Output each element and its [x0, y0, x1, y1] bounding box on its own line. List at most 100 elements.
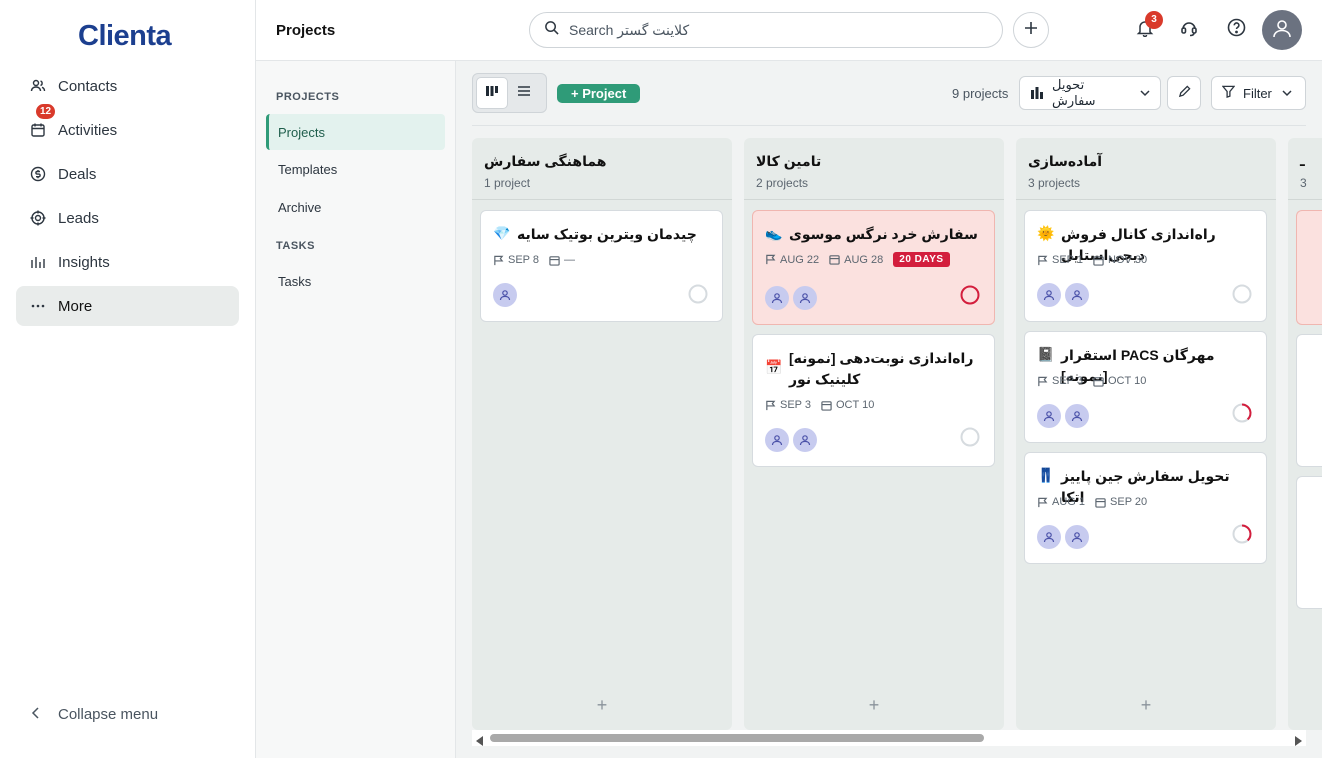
status-ring-empty[interactable] — [688, 284, 708, 304]
chevron-down-icon — [1282, 86, 1292, 101]
search-input[interactable]: Search کلاینت گستر — [529, 12, 1003, 48]
assignee-avatar[interactable] — [1065, 283, 1089, 307]
assignees — [1037, 404, 1093, 428]
quick-add-button[interactable] — [1013, 12, 1049, 48]
filter-button[interactable]: Filter — [1211, 76, 1306, 110]
subnav-item-archive[interactable]: Archive — [266, 189, 445, 225]
end-date: OCT 10 — [1093, 375, 1146, 387]
project-card-clipped[interactable] — [1296, 476, 1322, 609]
app-root: Clienta Contacts 12 Activities Deals Lea… — [0, 0, 1322, 758]
assignee-avatar[interactable] — [1037, 404, 1061, 428]
pipeline-icon — [1030, 85, 1044, 102]
board-toolbar: + Project 9 projects تحویل سفارش Filter — [472, 73, 1306, 126]
start-date: SEP 8 — [493, 254, 539, 266]
sidebar-item-contacts[interactable]: Contacts — [16, 66, 239, 106]
add-project-button[interactable]: + Project — [557, 84, 641, 103]
app-logo[interactable]: Clienta — [78, 20, 172, 53]
project-title: سفارش خرد نرگس موسوی — [789, 226, 978, 242]
page-title: Projects — [276, 22, 336, 39]
help-button[interactable] — [1223, 17, 1249, 43]
assignee-avatar[interactable] — [1037, 525, 1061, 549]
sidebar-item-label: More — [58, 297, 93, 315]
user-avatar[interactable] — [1262, 10, 1302, 50]
sidebar-item-more[interactable]: More — [16, 286, 239, 326]
board-area: + Project 9 projects تحویل سفارش Filter … — [456, 61, 1322, 758]
activities-badge: 12 — [36, 104, 56, 119]
sidebar-item-insights[interactable]: Insights — [16, 242, 239, 282]
assignee-avatar[interactable] — [1037, 283, 1061, 307]
column-count: 3 projects — [1028, 176, 1081, 190]
assignee-avatar[interactable] — [793, 286, 817, 310]
add-card-button[interactable]: + — [744, 695, 1004, 716]
search-placeholder: Search کلاینت گستر — [569, 21, 690, 38]
sidebar-item-activities[interactable]: 12 Activities — [16, 104, 239, 150]
start-date: SEP 1 — [1037, 254, 1083, 266]
project-emoji: 📅 — [765, 359, 783, 375]
column-title: هماهنگی سفارش — [484, 153, 607, 169]
assignee-avatar[interactable] — [765, 428, 789, 452]
calendar-icon — [30, 122, 46, 138]
pipeline-select[interactable]: تحویل سفارش — [1019, 76, 1161, 110]
assignees — [493, 283, 521, 307]
add-card-button[interactable]: + — [472, 695, 732, 716]
scroll-right-icon[interactable] — [1294, 733, 1302, 751]
project-card[interactable]: 💎 چیدمان ویترین بوتیک سایه SEP 8 — — [480, 210, 723, 322]
subnav-item-tasks[interactable]: Tasks — [266, 263, 445, 299]
project-card-clipped[interactable] — [1296, 210, 1322, 325]
horizontal-scrollbar[interactable] — [472, 730, 1306, 746]
start-date: AUG 22 — [765, 254, 819, 266]
subnav-item-projects[interactable]: Projects — [266, 114, 445, 150]
start-date: AUG 1 — [1037, 496, 1085, 508]
flag-icon — [1038, 497, 1048, 507]
status-ring-partial[interactable] — [1232, 524, 1252, 544]
project-title: چیدمان ویترین بوتیک سایه — [517, 226, 697, 242]
board-column: تامین کالا 2 projects 👟 سفارش خرد نرگس م… — [744, 138, 1004, 730]
project-card[interactable]: 👟 سفارش خرد نرگس موسوی AUG 22 AUG 28 20 … — [752, 210, 995, 325]
column-header: ـ 3 — [1288, 138, 1322, 200]
project-card[interactable]: 👖 تحویل سفارش جین پاییز اتکا AUG 1 SEP 2… — [1024, 452, 1267, 564]
project-card[interactable]: 📅 راه‌اندازی نوبت‌دهی [نمونه] کلینیک نور… — [752, 334, 995, 467]
project-card-clipped[interactable] — [1296, 334, 1322, 467]
project-card[interactable]: 🌞 راه‌اندازی کانال فروش دیجی‌استایل SEP … — [1024, 210, 1267, 322]
end-date: NOV 30 — [1093, 254, 1147, 266]
search-icon — [544, 20, 559, 40]
assignee-avatar[interactable] — [1065, 525, 1089, 549]
assignee-avatar[interactable] — [793, 428, 817, 452]
support-button[interactable] — [1176, 17, 1202, 43]
assignee-avatar[interactable] — [1065, 404, 1089, 428]
collapse-menu-button[interactable]: Collapse menu — [30, 706, 158, 723]
project-dates: SEP 3 OCT 10 — [765, 399, 884, 411]
assignee-avatar[interactable] — [493, 283, 517, 307]
column-title: تامین کالا — [756, 153, 822, 169]
assignee-avatar[interactable] — [765, 286, 789, 310]
subnav-item-templates[interactable]: Templates — [266, 151, 445, 187]
list-view-button[interactable] — [508, 77, 540, 109]
sidebar-item-leads[interactable]: Leads — [16, 198, 239, 238]
status-ring-overdue[interactable] — [960, 285, 980, 305]
status-ring-partial[interactable] — [1232, 403, 1252, 423]
plus-icon — [1024, 21, 1038, 40]
board-view-button[interactable] — [476, 77, 508, 109]
dollar-icon — [30, 166, 46, 182]
assignees — [1037, 283, 1093, 307]
assignees — [765, 428, 821, 452]
project-dates: SEP 3 OCT 10 — [1037, 375, 1156, 387]
flag-icon — [1038, 376, 1048, 386]
end-date: AUG 28 — [829, 254, 883, 266]
project-card[interactable]: 📓 مهرگان PACS استقرار [نمونه] SEP 3 OCT … — [1024, 331, 1267, 443]
project-count: 9 projects — [952, 86, 1009, 101]
calendar-small-icon — [549, 255, 560, 266]
add-card-button[interactable]: + — [1016, 695, 1276, 716]
status-ring-empty[interactable] — [1232, 284, 1252, 304]
edit-pipeline-button[interactable] — [1167, 76, 1201, 110]
sidebar-item-deals[interactable]: Deals — [16, 154, 239, 194]
project-emoji: 📓 — [1037, 346, 1055, 362]
status-ring-empty[interactable] — [960, 427, 980, 447]
collapse-label: Collapse menu — [58, 706, 159, 723]
target-icon — [30, 210, 46, 226]
scrollbar-thumb[interactable] — [490, 734, 984, 742]
scroll-left-icon[interactable] — [476, 733, 484, 751]
chevron-down-icon — [1140, 86, 1150, 101]
more-icon — [30, 298, 46, 314]
column-title: آماده‌سازی — [1028, 153, 1103, 169]
